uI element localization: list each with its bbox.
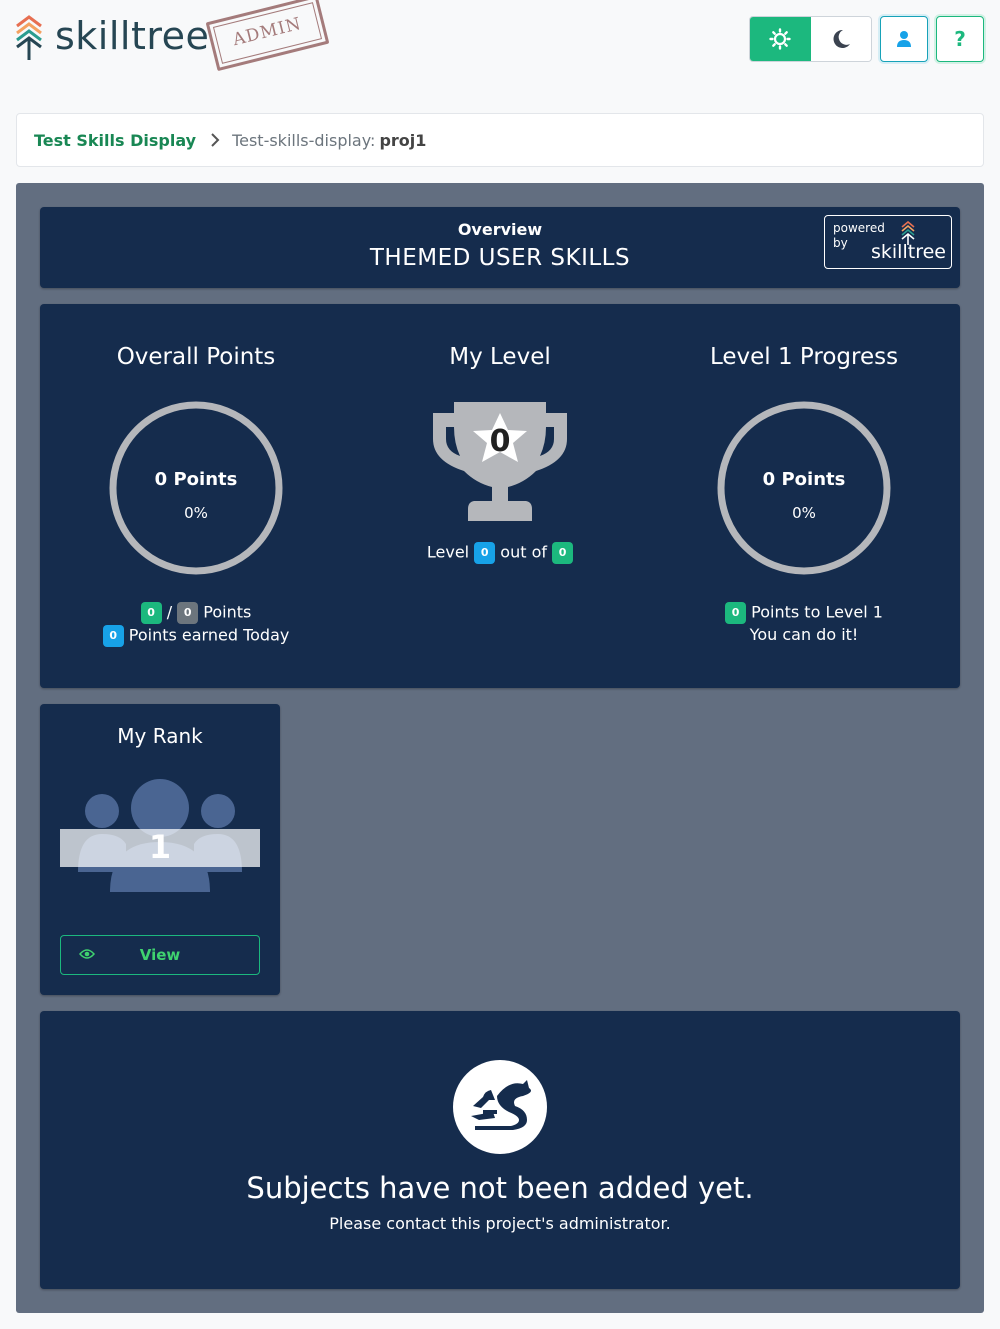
my-level-title: My Level — [449, 344, 551, 370]
level-label: Level — [426, 542, 470, 562]
user-icon — [897, 31, 911, 47]
my-rank-title: My Rank — [117, 724, 203, 748]
sun-icon — [769, 28, 791, 50]
breadcrumb-home-link[interactable]: Test Skills Display — [34, 131, 196, 150]
overall-points-title: Overall Points — [116, 344, 276, 370]
moon-icon — [833, 29, 850, 48]
points-summary: Overall Points 0 Points 0% 0 / 0 Points … — [40, 304, 960, 688]
points-today-label: Points earned Today — [128, 625, 290, 645]
points-to-level-label: Points to Level 1 — [751, 602, 883, 622]
powered-by-link[interactable]: powered by skilltree — [824, 215, 952, 269]
overall-points-ring-text: 0 Points 0% — [108, 469, 284, 522]
level-progress-ring-text: 0 Points 0% — [716, 469, 892, 522]
view-rank-label: View — [139, 946, 181, 964]
level-progress-value: 0 Points — [762, 469, 846, 490]
skilltree-logo-icon[interactable] — [14, 14, 44, 62]
breadcrumb-prefix: Test-skills-display: — [232, 130, 376, 150]
admin-stamp: ADMIN — [205, 0, 330, 72]
points-to-level-badge: 0 — [725, 602, 747, 624]
total-points-badge: 0 — [177, 602, 199, 624]
points-to-next-level: 0 Points to Level 1 — [654, 602, 954, 624]
level-badge: 0 — [474, 542, 496, 564]
user-settings-button[interactable] — [880, 16, 928, 62]
subjects-empty-state: Subjects have not been added yet. Please… — [40, 1011, 960, 1289]
overall-points-percent: 0% — [184, 504, 208, 522]
overall-points-value: 0 Points — [154, 469, 238, 490]
out-of-label: out of — [500, 542, 548, 562]
empty-state-subtitle: Please contact this project's administra… — [329, 1214, 671, 1233]
level-progress-title: Level 1 Progress — [709, 344, 899, 370]
light-theme-button[interactable] — [750, 17, 811, 61]
my-rank-card: My Rank 1 View — [40, 704, 280, 995]
breadcrumb-current: proj1 — [379, 130, 427, 150]
dark-theme-button[interactable] — [810, 17, 871, 61]
brand-name[interactable]: skilltree — [55, 14, 209, 58]
header: skilltree ADMIN ? — [0, 0, 1000, 90]
earned-points-badge: 0 — [140, 602, 162, 624]
help-button[interactable]: ? — [936, 16, 984, 62]
trophy-icon — [433, 402, 567, 521]
points-today: 0 Points earned Today — [46, 625, 346, 647]
breadcrumb: Test Skills Display Test-skills-display:… — [16, 113, 984, 167]
dragon-icon — [453, 1060, 547, 1154]
empty-state-title: Subjects have not been added yet. — [246, 1171, 754, 1205]
view-rank-button[interactable]: View — [60, 935, 260, 975]
points-label: Points — [203, 602, 252, 622]
chevron-right-icon — [210, 132, 220, 148]
encouragement-text: You can do it! — [749, 625, 859, 644]
question-icon: ? — [954, 27, 966, 51]
today-points-badge: 0 — [102, 625, 124, 647]
overview-label: Overview — [457, 220, 543, 239]
skills-display: Overview THEMED USER SKILLS powered by s… — [16, 183, 984, 1313]
overview-header: Overview THEMED USER SKILLS powered by s… — [40, 207, 960, 288]
admin-stamp-label: ADMIN — [230, 13, 304, 51]
overall-points-totals: 0 / 0 Points — [46, 602, 346, 624]
theme-toggle — [749, 16, 872, 62]
eye-icon — [79, 949, 95, 959]
max-level-badge: 0 — [552, 542, 574, 564]
level-progress-percent: 0% — [792, 504, 816, 522]
level-summary: Level 0 out of 0 — [350, 542, 650, 564]
powered-by-brand: skilltree — [871, 241, 946, 263]
rank-number: 1 — [148, 828, 172, 866]
trophy-level-number: 0 — [489, 424, 511, 459]
points-separator: / — [166, 602, 173, 622]
page-title: THEMED USER SKILLS — [369, 245, 631, 271]
